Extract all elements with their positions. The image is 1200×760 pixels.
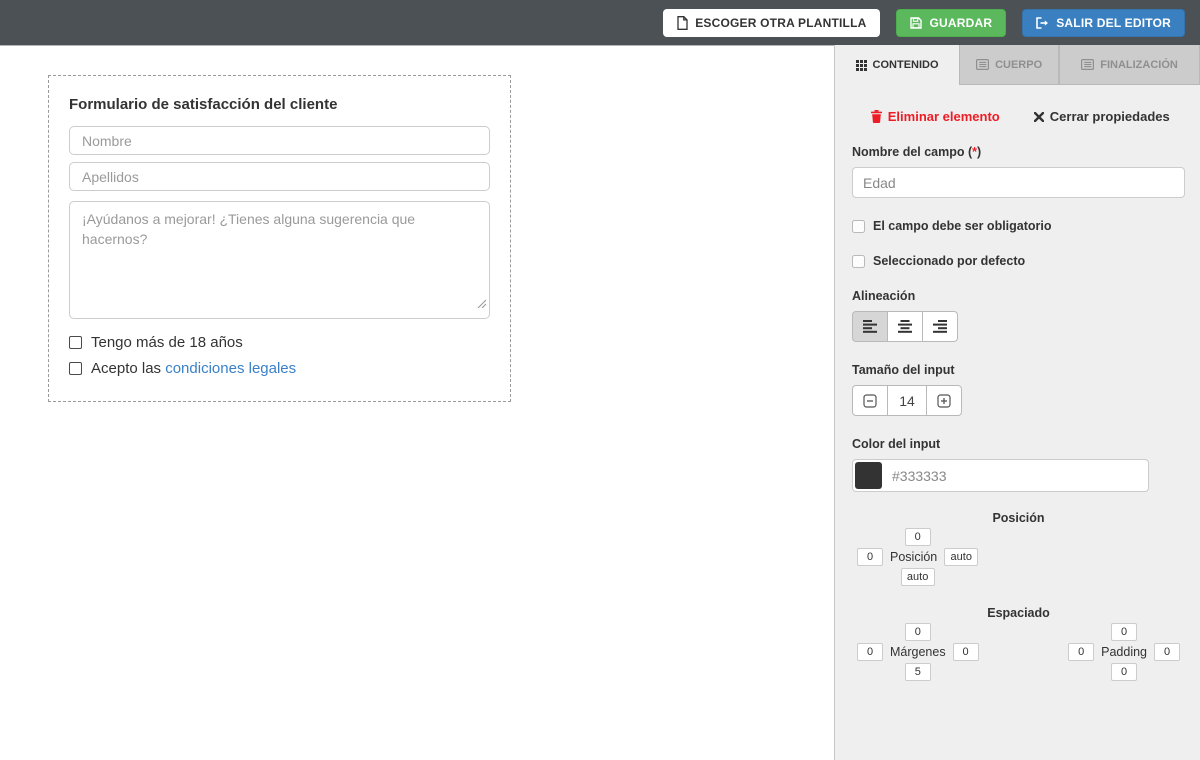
padding-bottom-input[interactable] (1111, 663, 1137, 681)
apellidos-input[interactable] (69, 162, 490, 191)
required-checkbox-label: El campo debe ser obligatorio (873, 219, 1052, 233)
default-checkbox[interactable] (852, 255, 865, 268)
sign-out-icon (1036, 17, 1049, 29)
position-top-input[interactable] (905, 528, 931, 546)
minus-square-icon (863, 394, 877, 408)
default-checkbox-row: Seleccionado por defecto (852, 254, 1185, 268)
margin-left-input[interactable] (857, 643, 883, 661)
delete-element-label: Eliminar elemento (888, 109, 1000, 124)
choose-template-label: ESCOGER OTRA PLANTILLA (695, 16, 866, 30)
sidebar-tabs: CONTENIDO CUERPO FINALIZACIÓN (835, 45, 1200, 85)
align-right-icon (933, 320, 947, 333)
list-alt-icon (1081, 59, 1094, 70)
margin-bottom-input[interactable] (905, 663, 931, 681)
margins-label: Márgenes (890, 645, 946, 659)
margin-top-input[interactable] (905, 623, 931, 641)
position-bottom-input[interactable] (901, 568, 935, 586)
choose-template-button[interactable]: ESCOGER OTRA PLANTILLA (663, 9, 880, 37)
plus-square-icon (937, 394, 951, 408)
terms-checkbox-row: Acepto las condiciones legales (69, 360, 490, 377)
editor-canvas: Formulario de satisfacción del cliente T… (0, 46, 834, 760)
close-icon (1034, 112, 1044, 122)
field-name-label: Nombre del campo (*) (852, 145, 1185, 159)
tab-contenido[interactable]: CONTENIDO (835, 45, 959, 85)
required-checkbox[interactable] (852, 220, 865, 233)
align-right-button[interactable] (922, 311, 958, 342)
position-controls: Posición (852, 527, 1185, 587)
delete-element-button[interactable]: Eliminar elemento (852, 109, 1019, 124)
nombre-input[interactable] (69, 126, 490, 155)
size-decrease-button[interactable] (852, 385, 888, 416)
exit-editor-button[interactable]: SALIR DEL EDITOR (1022, 9, 1185, 37)
file-icon (677, 16, 688, 30)
position-header: Posición (852, 511, 1185, 525)
input-size-label: Tamaño del input (852, 363, 1185, 377)
input-size-stepper: 14 (852, 385, 1185, 416)
align-center-icon (898, 320, 912, 333)
save-icon (910, 17, 922, 29)
tab-contenido-label: CONTENIDO (873, 59, 939, 71)
color-value-input[interactable] (892, 468, 1092, 484)
terms-checkbox-label: Acepto las condiciones legales (91, 360, 296, 377)
tab-finalizacion-label: FINALIZACIÓN (1100, 59, 1178, 71)
close-properties-button[interactable]: Cerrar propiedades (1019, 109, 1186, 124)
form-element-block[interactable]: Formulario de satisfacción del cliente T… (48, 75, 511, 402)
close-properties-label: Cerrar propiedades (1050, 109, 1170, 124)
trash-icon (871, 110, 882, 123)
properties-sidebar: CONTENIDO CUERPO FINALIZACIÓN (834, 45, 1200, 760)
form-title: Formulario de satisfacción del cliente (69, 96, 490, 113)
grid-icon (856, 60, 867, 71)
padding-right-input[interactable] (1154, 643, 1180, 661)
spacing-header: Espaciado (852, 606, 1185, 620)
input-size-value[interactable]: 14 (887, 385, 927, 416)
terms-link[interactable]: condiciones legales (165, 360, 296, 377)
input-color-label: Color del input (852, 437, 1185, 451)
position-right-input[interactable] (944, 548, 978, 566)
field-name-input[interactable] (852, 167, 1185, 198)
tab-finalizacion[interactable]: FINALIZACIÓN (1059, 45, 1200, 85)
padding-label: Padding (1101, 645, 1147, 659)
align-center-button[interactable] (887, 311, 923, 342)
padding-left-input[interactable] (1068, 643, 1094, 661)
terms-checkbox[interactable] (69, 362, 82, 375)
alignment-group (852, 311, 1185, 342)
align-left-button[interactable] (852, 311, 888, 342)
position-left-input[interactable] (857, 548, 883, 566)
suggestion-textarea[interactable] (69, 201, 490, 319)
spacing-controls: Márgenes Padding (852, 622, 1185, 682)
size-increase-button[interactable] (926, 385, 962, 416)
margin-right-input[interactable] (953, 643, 979, 661)
default-checkbox-label: Seleccionado por defecto (873, 254, 1025, 268)
age-checkbox-row: Tengo más de 18 años (69, 334, 490, 351)
list-alt-icon (976, 59, 989, 70)
tab-cuerpo[interactable]: CUERPO (959, 45, 1059, 85)
margins-cross: Márgenes (857, 622, 979, 682)
required-checkbox-row: El campo debe ser obligatorio (852, 219, 1185, 233)
padding-cross: Padding (1068, 622, 1180, 682)
color-swatch[interactable] (855, 462, 882, 489)
exit-editor-label: SALIR DEL EDITOR (1056, 16, 1171, 30)
padding-top-input[interactable] (1111, 623, 1137, 641)
panel-actions: Eliminar elemento Cerrar propiedades (852, 109, 1185, 124)
topbar: ESCOGER OTRA PLANTILLA GUARDAR SALIR DEL… (0, 0, 1200, 46)
age-checkbox-label: Tengo más de 18 años (91, 334, 243, 351)
suggestion-textarea-wrap (69, 201, 490, 319)
input-color-field[interactable] (852, 459, 1149, 492)
position-cross-label: Posición (890, 550, 937, 564)
align-left-icon (863, 320, 877, 333)
save-label: GUARDAR (929, 16, 992, 30)
alignment-label: Alineación (852, 289, 1185, 303)
properties-panel: Eliminar elemento Cerrar propiedades Nom… (835, 109, 1200, 682)
save-button[interactable]: GUARDAR (896, 9, 1006, 37)
tab-cuerpo-label: CUERPO (995, 59, 1042, 71)
age-checkbox[interactable] (69, 336, 82, 349)
